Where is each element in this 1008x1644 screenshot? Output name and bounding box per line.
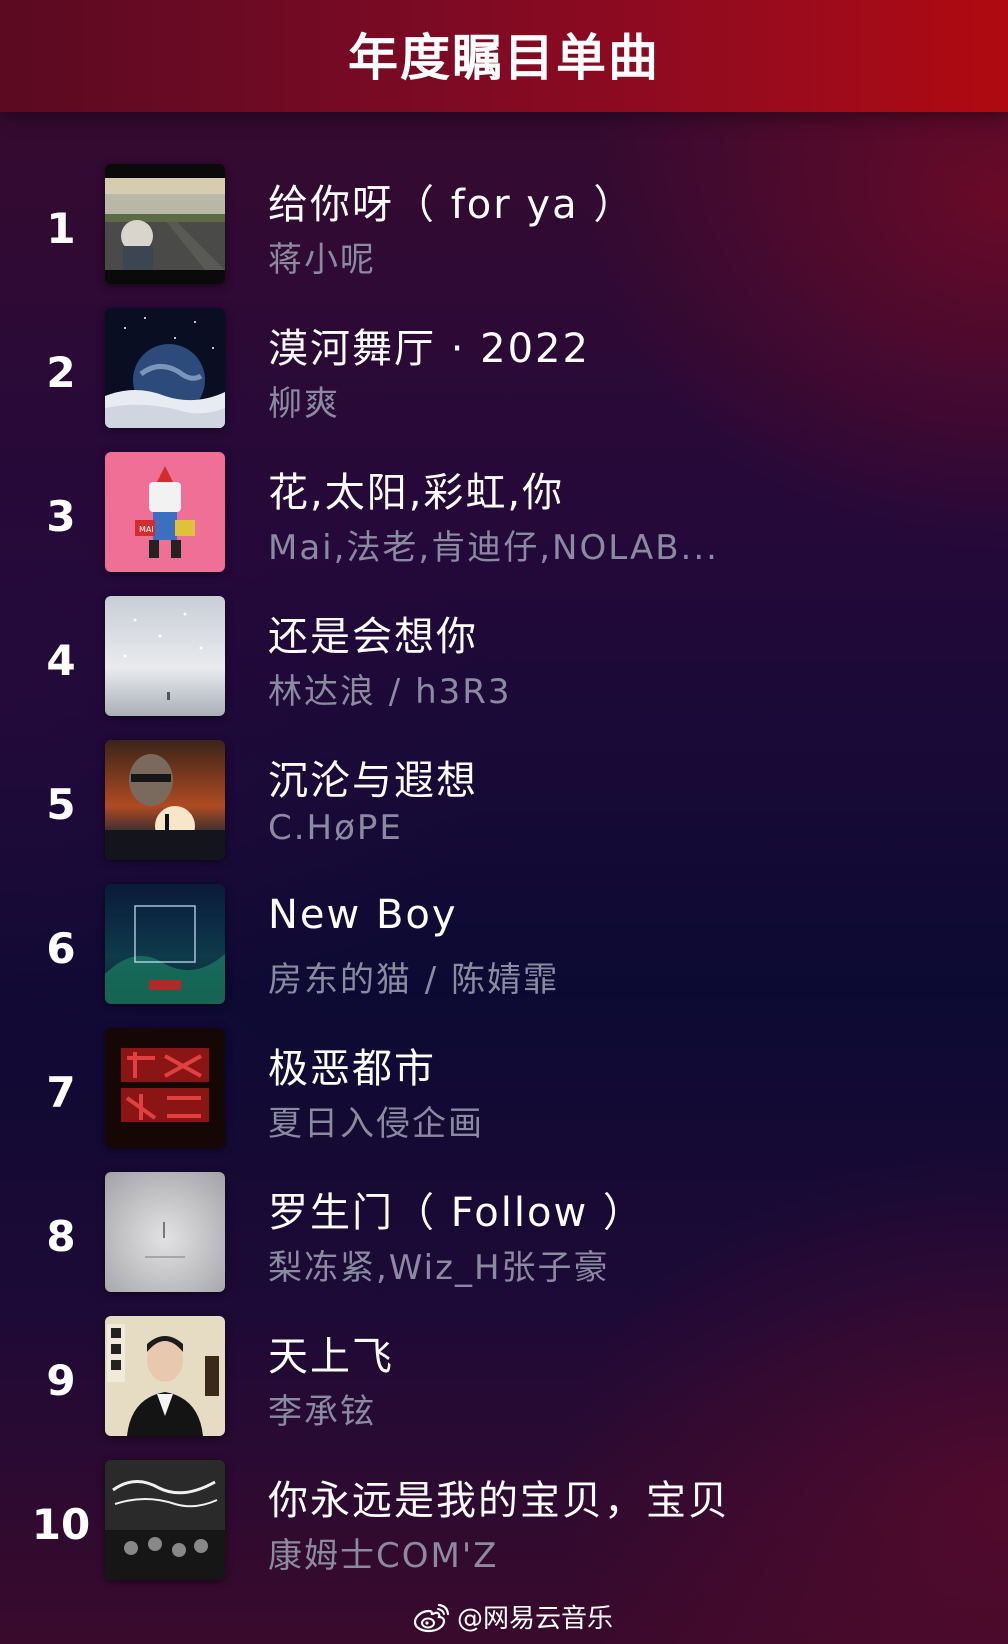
song-row[interactable]: 8 罗生门（ Follow ） 梨冻紧,Wiz_H张子豪 (0, 1170, 1008, 1314)
song-title[interactable]: 罗生门（ Follow ） (268, 1180, 645, 1238)
song-row[interactable]: MAI 3 花,太阳,彩虹,你 Mai,法老,肯迪仔,NOLAB... (0, 450, 1008, 594)
song-title[interactable]: 漠河舞厅 · 2022 (268, 316, 590, 374)
artist-name[interactable]: 房东的猫 / 陈婧霏 (268, 952, 559, 1001)
album-cover[interactable] (105, 164, 225, 284)
rank-number: 6 (46, 924, 76, 973)
song-title[interactable]: 给你呀（ for ya ） (268, 172, 635, 230)
song-row[interactable]: 10 你永远是我的宝贝，宝贝 康姆士COM'Z (0, 1458, 1008, 1602)
album-cover[interactable] (105, 740, 225, 860)
song-title[interactable]: 沉沦与遐想 (268, 748, 478, 806)
artist-name[interactable]: 柳爽 (268, 376, 340, 425)
song-list: 1 给你呀（ for ya ） 蒋小呢 2 漠河舞厅 · 2022 柳爽 MAI… (0, 162, 1008, 1602)
album-cover[interactable] (105, 1028, 225, 1148)
header-banner: 年度瞩目单曲 (0, 0, 1008, 112)
album-cover[interactable] (105, 1172, 225, 1292)
weibo-icon (413, 1603, 450, 1632)
album-cover[interactable]: MAI (105, 452, 225, 572)
weibo-handle[interactable]: @网易云音乐 (457, 1598, 613, 1635)
rank-number: 9 (46, 1356, 76, 1405)
page-title: 年度瞩目单曲 (348, 29, 660, 87)
song-title[interactable]: New Boy (268, 892, 458, 938)
artist-name[interactable]: 李承铉 (268, 1384, 376, 1433)
artist-name[interactable]: Mai,法老,肯迪仔,NOLAB... (268, 520, 719, 569)
song-row[interactable]: 2 漠河舞厅 · 2022 柳爽 (0, 306, 1008, 450)
rank-number: 8 (46, 1212, 76, 1261)
artist-name[interactable]: 夏日入侵企画 (268, 1096, 484, 1145)
song-row[interactable]: 5 沉沦与遐想 C.HøPE (0, 738, 1008, 882)
album-cover[interactable] (105, 884, 225, 1004)
song-row[interactable]: 1 给你呀（ for ya ） 蒋小呢 (0, 162, 1008, 306)
rank-number: 10 (31, 1500, 91, 1549)
artist-name[interactable]: 康姆士COM'Z (268, 1528, 498, 1577)
rank-number: 1 (46, 204, 76, 253)
song-title[interactable]: 花,太阳,彩虹,你 (268, 460, 564, 518)
album-cover[interactable] (105, 596, 225, 716)
album-cover[interactable] (105, 1316, 225, 1436)
song-row[interactable]: 4 还是会想你 林达浪 / h3R3 (0, 594, 1008, 738)
watermark: @网易云音乐 (0, 1598, 1008, 1635)
chart-page: 年度瞩目单曲 1 给你呀（ for ya ） 蒋小呢 2 漠河舞厅 · 2022… (0, 0, 1008, 1644)
artist-name[interactable]: 蒋小呢 (268, 232, 376, 281)
song-title[interactable]: 天上飞 (268, 1324, 394, 1382)
song-title[interactable]: 极恶都市 (268, 1036, 436, 1094)
song-row[interactable]: 6 New Boy 房东的猫 / 陈婧霏 (0, 882, 1008, 1026)
song-title[interactable]: 你永远是我的宝贝，宝贝 (268, 1468, 730, 1526)
svg-text:MAI: MAI (139, 525, 154, 534)
album-cover[interactable] (105, 308, 225, 428)
rank-number: 3 (46, 492, 76, 541)
artist-name[interactable]: C.HøPE (268, 808, 403, 848)
song-row[interactable]: 9 天上飞 李承铉 (0, 1314, 1008, 1458)
artist-name[interactable]: 梨冻紧,Wiz_H张子豪 (268, 1240, 610, 1289)
rank-number: 5 (46, 780, 76, 829)
song-title[interactable]: 还是会想你 (268, 604, 478, 662)
rank-number: 4 (46, 636, 76, 685)
rank-number: 2 (46, 348, 76, 397)
album-cover[interactable] (105, 1460, 225, 1580)
rank-number: 7 (46, 1068, 76, 1117)
song-row[interactable]: 7 极恶都市 夏日入侵企画 (0, 1026, 1008, 1170)
artist-name[interactable]: 林达浪 / h3R3 (268, 664, 512, 713)
